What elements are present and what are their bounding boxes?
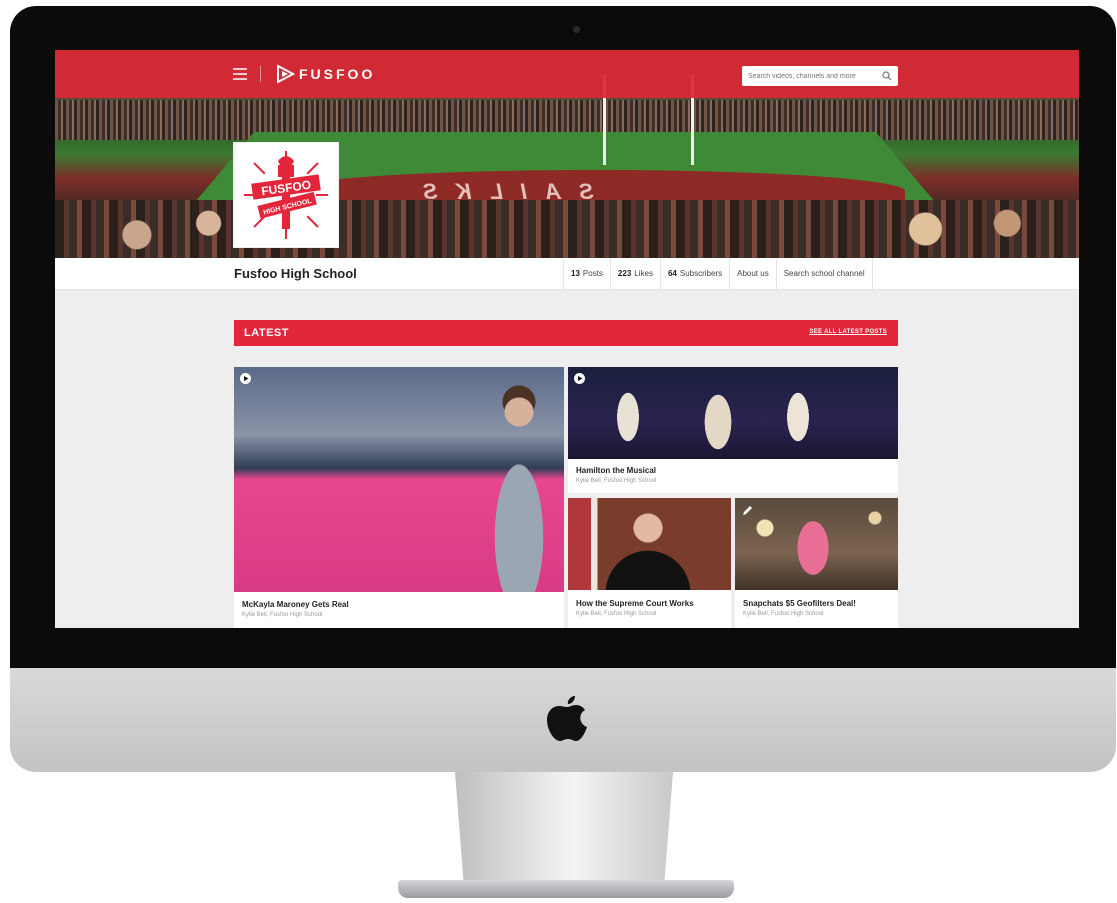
post-thumbnail[interactable] — [234, 367, 564, 592]
search-input[interactable] — [748, 69, 876, 83]
stat-subscribers[interactable]: 64 Subscribers — [661, 258, 731, 289]
stat-count: 13 — [571, 269, 580, 278]
post-thumbnail[interactable] — [568, 498, 731, 590]
school-crest-icon: FUSFOO HIGH SCHOOL — [244, 151, 328, 239]
stat-count: 64 — [667, 269, 677, 278]
post-card[interactable]: Hamilton the Musical Kylie Bell, Fusfoo … — [568, 367, 898, 493]
post-card[interactable]: McKayla Maroney Gets Real Kylie Bell, Fu… — [234, 367, 564, 628]
hero-crowd-bottom — [55, 200, 1079, 258]
post-card[interactable]: How the Supreme Court Works Kylie Bell, … — [568, 498, 731, 628]
stat-label: Search school channel — [783, 269, 865, 278]
latest-title: LATEST — [244, 327, 289, 339]
stat-label: About us — [737, 269, 769, 278]
stat-label: Likes — [634, 269, 653, 278]
search-icon[interactable] — [882, 71, 892, 81]
post-thumbnail[interactable] — [568, 367, 898, 459]
post-title[interactable]: How the Supreme Court Works — [576, 599, 694, 608]
stat-likes[interactable]: 223 Likes — [611, 258, 661, 289]
post-meta: Kylie Bell, Fusfoo High School — [576, 611, 657, 617]
post-meta: Kylie Bell, Fusfoo High School — [242, 612, 323, 618]
post-title[interactable]: Hamilton the Musical — [576, 466, 656, 475]
about-us-link[interactable]: About us — [730, 258, 777, 289]
camera-icon — [573, 26, 580, 33]
hero-banner: SAILKS FUSFOO Search videos, channels an… — [55, 50, 1079, 258]
stat-label: Posts — [582, 269, 603, 278]
brand-name[interactable]: FUSFOO — [299, 66, 375, 82]
post-meta: Kylie Bell, Fusfoo High School — [576, 478, 657, 484]
monitor-stand — [455, 772, 673, 884]
post-title[interactable]: McKayla Maroney Gets Real — [242, 600, 349, 609]
stat-count: 223 — [617, 269, 632, 278]
stat-label: Subscribers — [679, 269, 723, 278]
search-box[interactable] — [742, 66, 898, 86]
see-all-latest-link[interactable]: SEE ALL LATEST POSTS — [809, 329, 887, 335]
pencil-icon — [743, 506, 752, 515]
menu-icon[interactable] — [233, 68, 247, 80]
play-icon — [240, 373, 251, 384]
post-meta: Kylie Bell, Fusfoo High School — [743, 611, 824, 617]
school-logo[interactable]: FUSFOO HIGH SCHOOL — [234, 143, 338, 247]
school-name: Fusfoo High School — [234, 266, 357, 281]
stat-posts[interactable]: 13 Posts — [564, 258, 611, 289]
fusfoo-logo-icon[interactable] — [275, 64, 295, 84]
screen: SAILKS FUSFOO Search videos, channels an… — [55, 50, 1079, 628]
post-card[interactable]: Snapchats $5 Geofilters Deal! Kylie Bell… — [735, 498, 898, 628]
post-thumbnail[interactable] — [735, 498, 898, 590]
top-nav-bar: FUSFOO — [55, 50, 1079, 98]
channel-stats: 13 Posts 223 Likes 64 Subscribers About us … — [563, 258, 873, 289]
play-icon — [574, 373, 585, 384]
search-school-channel-link[interactable]: Search school channel — [777, 258, 873, 289]
nav-divider — [260, 66, 261, 82]
post-title[interactable]: Snapchats $5 Geofilters Deal! — [743, 599, 856, 608]
latest-section-header: LATEST SEE ALL LATEST POSTS — [234, 320, 898, 346]
monitor-foot — [398, 880, 734, 898]
apple-logo-icon — [547, 696, 587, 741]
profile-bar: Fusfoo High School 13 Posts 223 Likes 64 Su… — [55, 258, 1079, 290]
